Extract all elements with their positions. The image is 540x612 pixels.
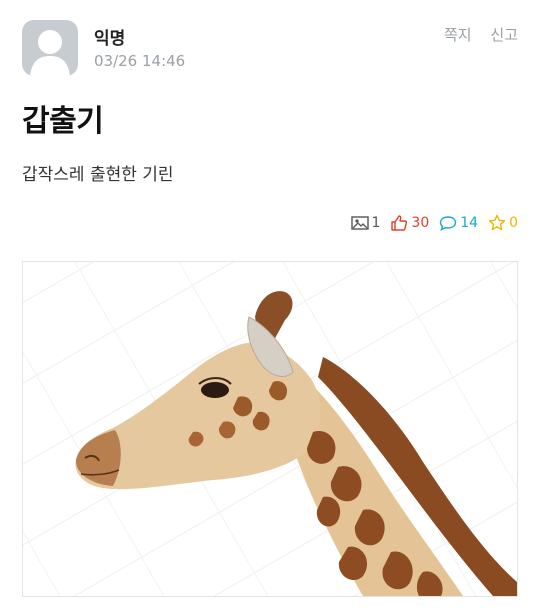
comment-count[interactable]: 14 [439, 215, 478, 231]
comment-count-value: 14 [460, 215, 479, 231]
author-name: 익명 [94, 29, 126, 49]
image-count: 1 [350, 215, 381, 231]
image-icon [350, 216, 369, 230]
comment-icon [440, 216, 457, 231]
giraffe-photo [23, 262, 517, 596]
thumbs-up-icon [391, 215, 408, 231]
scrap-count[interactable]: 0 [488, 214, 518, 232]
post-title: 갑출기 [22, 104, 104, 139]
post-header: 익명 03/26 14:46 쪽지 신고 [22, 20, 518, 80]
post-timestamp: 03/26 14:46 [94, 52, 186, 70]
image-count-value: 1 [371, 215, 381, 231]
post-stats: 1 30 14 0 [350, 212, 518, 234]
avatar [22, 20, 78, 76]
message-button[interactable]: 쪽지 [444, 26, 472, 44]
scrap-count-value: 0 [509, 215, 518, 231]
report-button[interactable]: 신고 [490, 26, 518, 44]
star-icon [488, 214, 506, 231]
post-body: 갑작스레 출현한 기린 [22, 165, 174, 185]
post-image[interactable] [22, 261, 518, 597]
avatar-placeholder-icon [30, 30, 70, 76]
like-count[interactable]: 30 [390, 214, 429, 232]
like-count-value: 30 [411, 215, 430, 231]
post-actions: 쪽지 신고 [430, 24, 518, 45]
